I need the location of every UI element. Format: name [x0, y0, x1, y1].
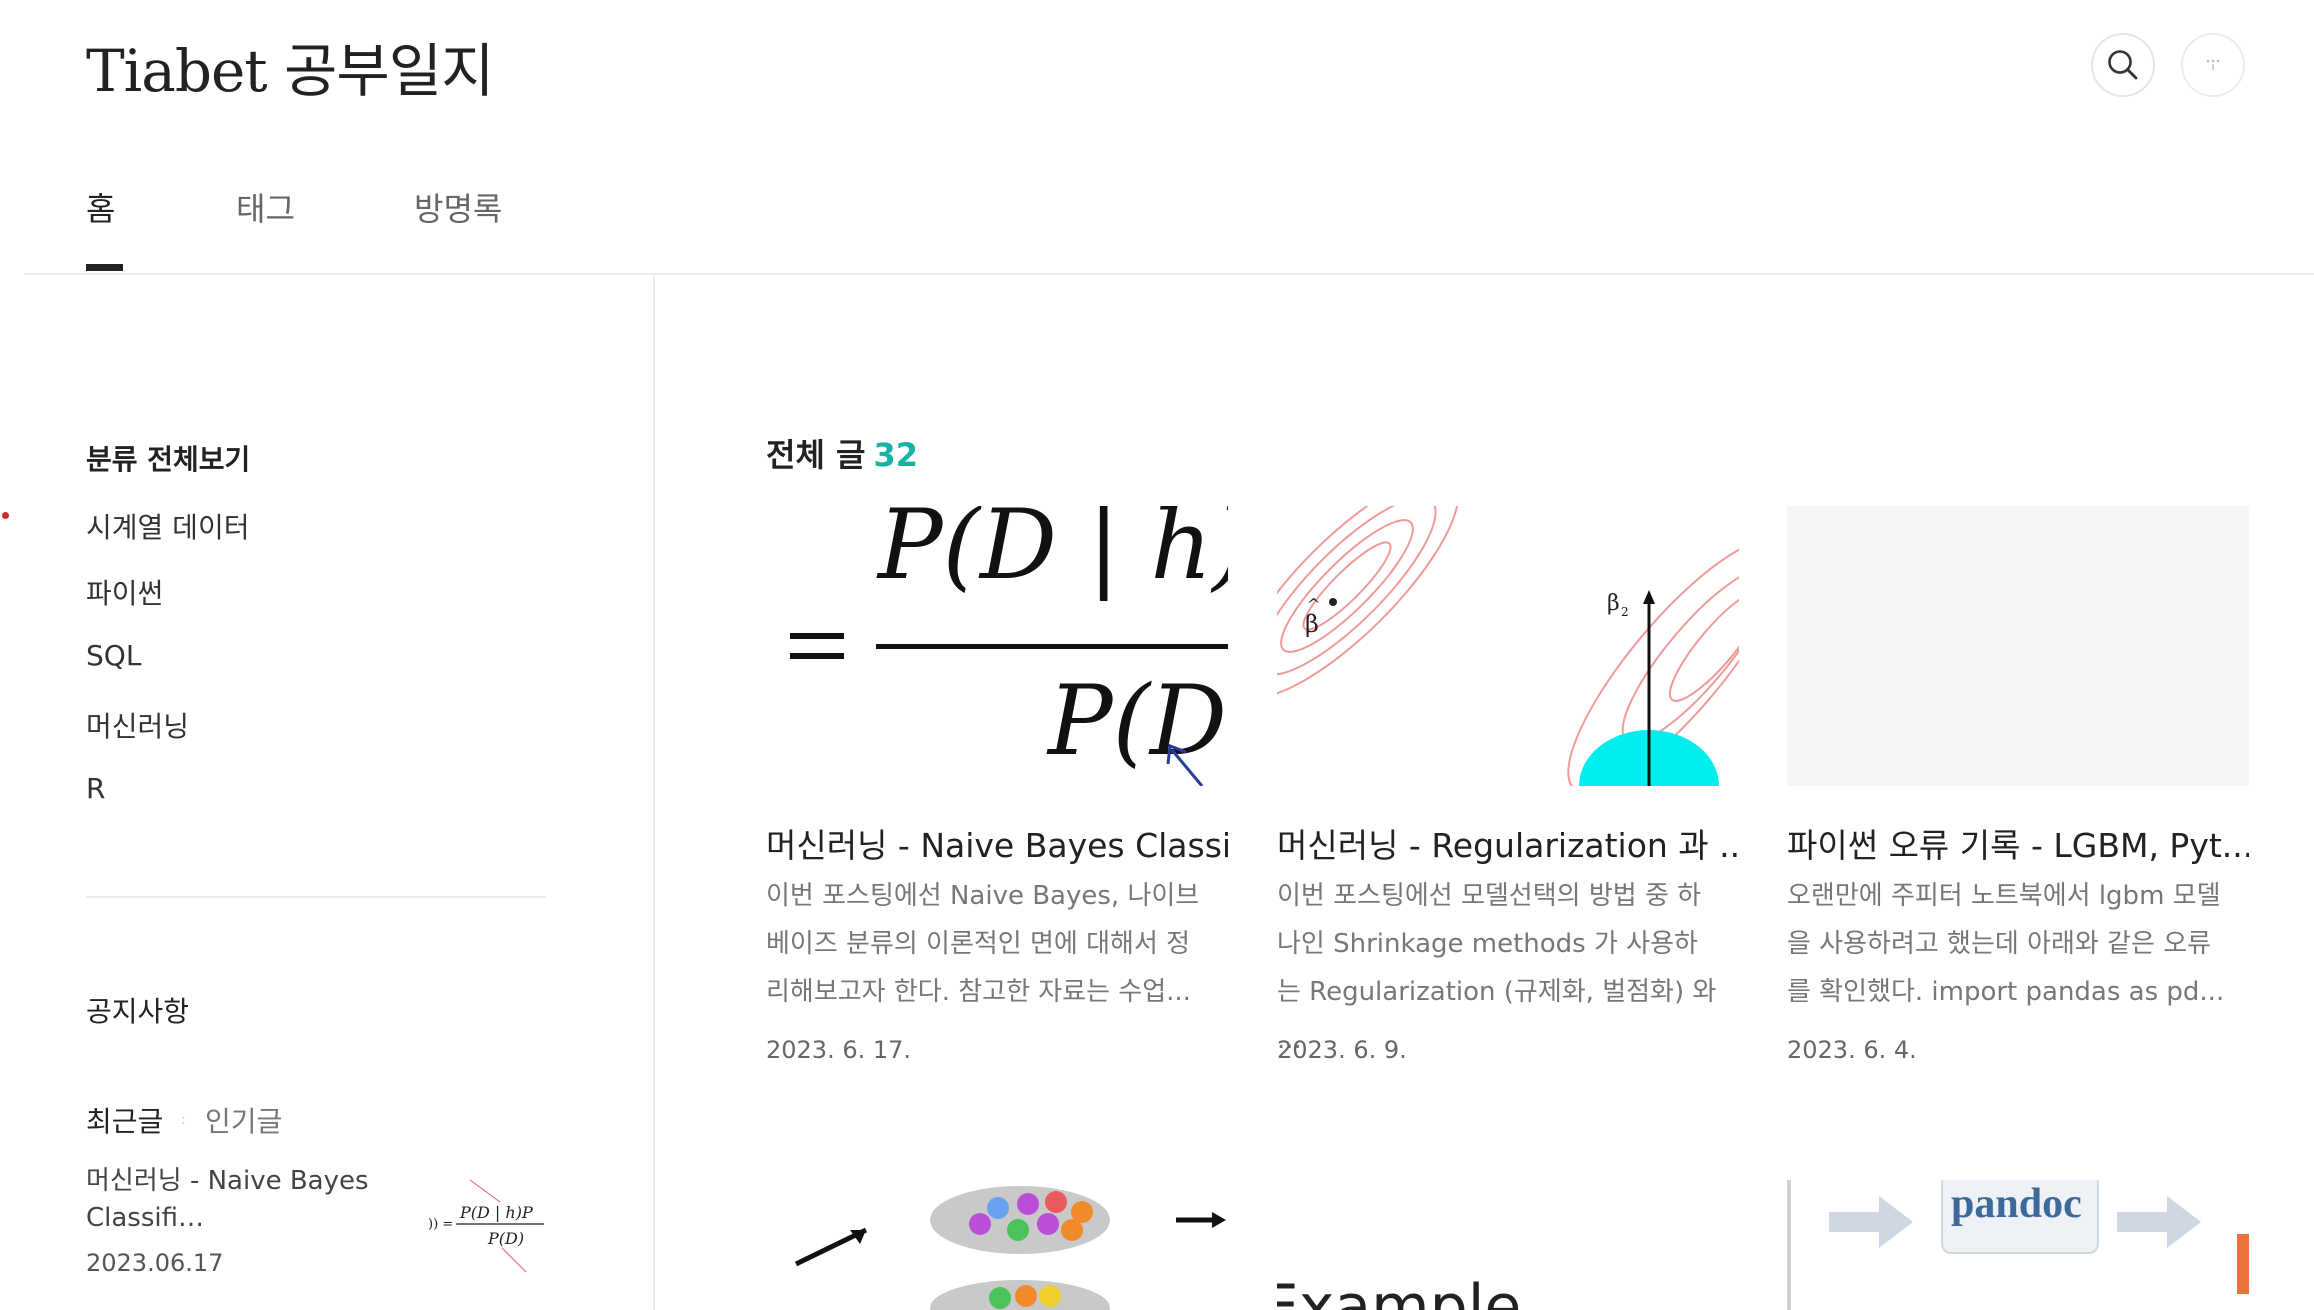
post-title[interactable]: 머신러닝 - Regularization 과 ...: [1277, 819, 1739, 867]
post-thumbnail[interactable]: [766, 1180, 1228, 1310]
post-date: 2023. 6. 4.: [1787, 1036, 1917, 1064]
post-thumbnail-placeholder[interactable]: [1787, 506, 2249, 786]
all-posts-label: 전체 글: [766, 436, 866, 474]
thumbnail-left-bar: [1787, 1180, 1791, 1310]
post-excerpt: 이번 포스팅에선 Naive Bayes, 나이브 베이즈 분류의 이론적인 면…: [766, 881, 1200, 1007]
recent-post-thumbnail[interactable]: )) = P(D | h)P P(D): [420, 1160, 546, 1280]
post-thumbnail[interactable]: β ^ β 2: [1277, 506, 1739, 786]
thumbnail-right-bar: [2237, 1234, 2249, 1294]
more-menu-icon: [2206, 59, 2220, 70]
active-tab-indicator: [86, 264, 123, 271]
category-item-python[interactable]: 파이썬: [86, 572, 163, 612]
post-excerpt: 오랜만에 주피터 노트북에서 lgbm 모델을 사용하려고 했는데 아래와 같은…: [1787, 881, 2225, 1007]
category-item-timeseries[interactable]: 시계열 데이터: [86, 506, 249, 546]
tab-guestbook[interactable]: 방명록: [414, 184, 502, 230]
post-date: 2023. 6. 9.: [1277, 1036, 1407, 1064]
svg-text:P(D): P(D): [487, 1229, 524, 1248]
tab-tags[interactable]: 태그: [236, 184, 295, 230]
more-menu-button[interactable]: [2181, 33, 2245, 97]
pandoc-box: pandoc: [1941, 1180, 2099, 1254]
pandoc-label: pandoc: [1951, 1181, 2082, 1227]
post-thumbnail[interactable]: pandoc: [1787, 1180, 2249, 1310]
search-button[interactable]: [2091, 33, 2155, 97]
blog-title[interactable]: Tiabet 공부일지: [86, 24, 494, 108]
search-icon: [2108, 50, 2138, 80]
arrow-icon: [2117, 1196, 2201, 1248]
arrow-icon: [1829, 1196, 1913, 1248]
notice-label[interactable]: 공지사항: [86, 990, 189, 1030]
all-posts-heading: 전체 글 32: [766, 430, 918, 476]
post-title[interactable]: 파이썬 오류 기록 - LGBM, Pyt...: [1787, 819, 2249, 867]
thumbnail-text-example: Example: [1277, 1272, 1522, 1310]
post-thumbnail[interactable]: Example: [1277, 1180, 1739, 1310]
post-title[interactable]: 머신러닝 - Naive Bayes Classi...: [766, 819, 1228, 867]
post-thumbnail[interactable]: P(D | h) P(D: [766, 506, 1228, 786]
category-item-ml[interactable]: 머신러닝: [86, 705, 189, 745]
svg-text:P(D: P(D: [1046, 665, 1227, 777]
recent-post-date: 2023.06.17: [86, 1249, 224, 1277]
svg-text:2: 2: [1621, 605, 1629, 619]
header-divider: [24, 273, 2314, 275]
category-item-r[interactable]: R: [86, 772, 105, 805]
svg-text:P(D | h)P: P(D | h)P: [459, 1203, 533, 1222]
post-date: 2023. 6. 17.: [766, 1036, 912, 1064]
svg-text:^: ^: [1307, 595, 1320, 614]
tab-separator: :: [181, 1112, 186, 1128]
tab-home[interactable]: 홈: [86, 184, 115, 230]
svg-text:β: β: [1305, 610, 1319, 638]
post-count: 32: [873, 436, 918, 474]
sidebar-rule: [86, 896, 546, 898]
cursor-dot: [2, 512, 9, 519]
category-all-link[interactable]: 분류 전체보기: [86, 438, 250, 478]
tab-recent-posts[interactable]: 최근글: [86, 1100, 163, 1140]
tab-popular-posts[interactable]: 인기글: [205, 1100, 282, 1140]
sidebar-divider: [653, 275, 655, 1310]
category-item-sql[interactable]: SQL: [86, 639, 141, 672]
svg-text:P(D | h): P(D | h): [876, 506, 1228, 601]
svg-text:)) =: )) =: [428, 1217, 453, 1232]
recent-post-title[interactable]: 머신러닝 - Naive Bayes Classifi…: [86, 1163, 386, 1237]
svg-text:β: β: [1607, 591, 1620, 616]
